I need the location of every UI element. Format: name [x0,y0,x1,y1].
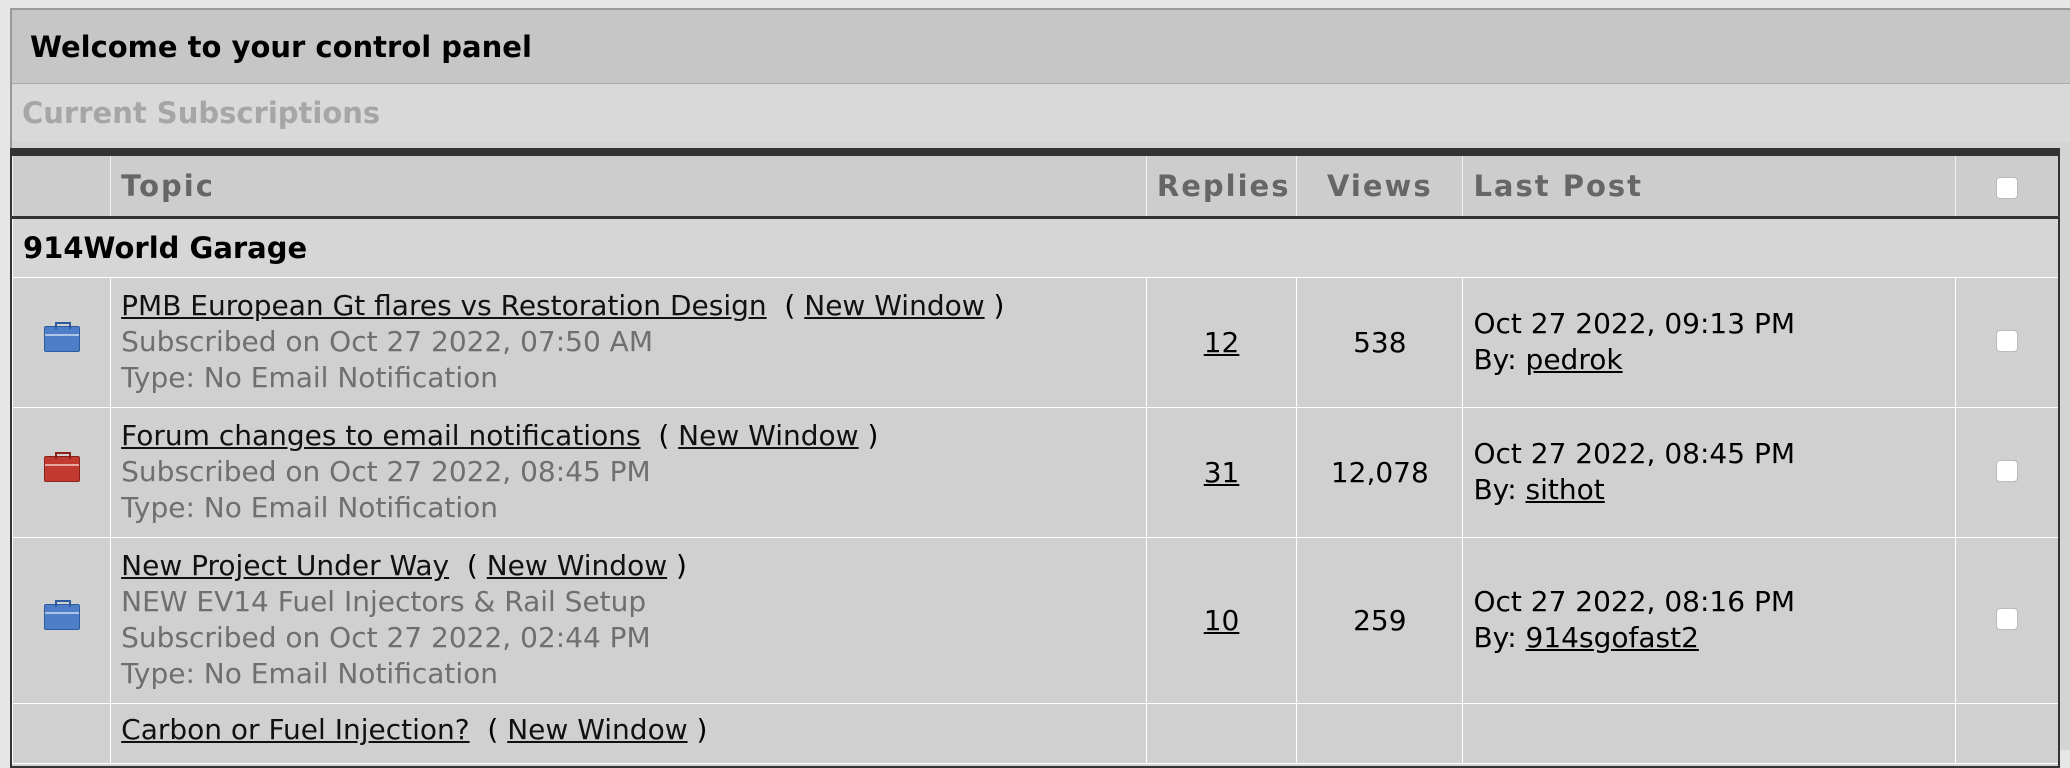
replies-link[interactable]: 31 [1204,456,1240,489]
last-post-cell: Oct 27 2022, 08:16 PM By: 914sgofast2 [1462,537,1956,704]
table-row: New Project Under Way ( New Window ) NEW… [12,537,2058,704]
header-views[interactable]: Views [1296,150,1463,219]
replies-link[interactable]: 10 [1204,604,1240,637]
table-row: Carbon or Fuel Injection? ( New Window ) [12,703,2058,764]
views-cell: 12,078 [1296,407,1463,538]
last-post-author-link[interactable]: pedrok [1526,343,1623,376]
table-row: PMB European Gt flares vs Restoration De… [12,277,2058,408]
folder-red-icon [43,451,80,482]
last-post-author-link[interactable]: sithot [1526,473,1605,506]
topic-icon-cell [12,277,111,408]
new-window-link[interactable]: New Window [804,289,984,322]
topic-link[interactable]: PMB European Gt flares vs Restoration De… [121,289,766,322]
last-post-cell: Oct 27 2022, 09:13 PM By: pedrok [1462,277,1956,408]
topic-link[interactable]: Carbon or Fuel Injection? [121,713,469,746]
topic-link[interactable]: New Project Under Way [121,549,449,582]
topic-link[interactable]: Forum changes to email notifications [121,419,640,452]
last-post-date: Oct 27 2022, 09:13 PM [1473,307,1795,340]
views-cell: 538 [1296,277,1463,408]
subscriptions-table: Topic Replies Views Last Post 914World G… [12,150,2058,764]
new-window-link[interactable]: New Window [507,713,687,746]
topic-cell: Forum changes to email notifications ( N… [110,407,1147,538]
topic-cell: Carbon or Fuel Injection? ( New Window ) [110,703,1147,764]
table-header-row: Topic Replies Views Last Post [12,150,2058,219]
replies-cell: 31 [1145,407,1297,538]
select-all-checkbox[interactable] [1996,176,2019,199]
topic-cell: PMB European Gt flares vs Restoration De… [110,277,1147,408]
views-cell [1296,703,1463,764]
row-checkbox[interactable] [1996,607,2019,630]
replies-cell: 12 [1145,277,1297,408]
replies-link[interactable]: 12 [1204,326,1240,359]
section-subtitle: Current Subscriptions [12,84,2070,142]
topic-icon-cell [12,407,111,538]
topic-icon-cell [12,703,111,764]
table-row: Forum changes to email notifications ( N… [12,407,2058,538]
last-post-cell: Oct 27 2022, 08:45 PM By: sithot [1462,407,1956,538]
subscribed-date: Subscribed on Oct 27 2022, 08:45 PM [121,455,651,488]
last-post-date: Oct 27 2022, 08:45 PM [1473,437,1795,470]
topic-description: NEW EV14 Fuel Injectors & Rail Setup [121,585,647,618]
header-select-all [1955,150,2058,219]
new-window-link[interactable]: New Window [678,419,858,452]
header-replies[interactable]: Replies [1145,150,1297,219]
subscribed-date: Subscribed on Oct 27 2022, 07:50 AM [121,325,653,358]
notification-type: Type: No Email Notification [121,361,499,394]
subscriptions-table-wrapper: Topic Replies Views Last Post 914World G… [10,148,2060,768]
header-topic[interactable]: Topic [110,150,1147,219]
row-checkbox[interactable] [1996,459,2019,482]
header-last-post[interactable]: Last Post [1462,150,1956,219]
folder-blue-icon [43,321,80,352]
notification-type: Type: No Email Notification [121,491,499,524]
subscribed-date: Subscribed on Oct 27 2022, 02:44 PM [121,621,651,654]
select-cell [1955,407,2058,538]
views-cell: 259 [1296,537,1463,704]
new-window-link[interactable]: New Window [487,549,667,582]
row-checkbox[interactable] [1996,329,2019,352]
last-post-date: Oct 27 2022, 08:16 PM [1473,585,1795,618]
forum-row: 914World Garage [12,217,2058,278]
select-cell [1955,277,2058,408]
folder-blue-icon [43,599,80,630]
header-icon-col [12,150,111,219]
notification-type: Type: No Email Notification [121,657,499,690]
panel-title: Welcome to your control panel [12,10,2070,84]
by-label: By: [1473,343,1517,376]
replies-cell: 10 [1145,537,1297,704]
forum-name[interactable]: 914World Garage [12,217,2058,278]
topic-cell: New Project Under Way ( New Window ) NEW… [110,537,1147,704]
by-label: By: [1473,621,1517,654]
last-post-cell [1462,703,1956,764]
select-cell [1955,703,2058,764]
topic-icon-cell [12,537,111,704]
last-post-author-link[interactable]: 914sgofast2 [1526,621,1699,654]
select-cell [1955,537,2058,704]
by-label: By: [1473,473,1517,506]
replies-cell [1145,703,1297,764]
